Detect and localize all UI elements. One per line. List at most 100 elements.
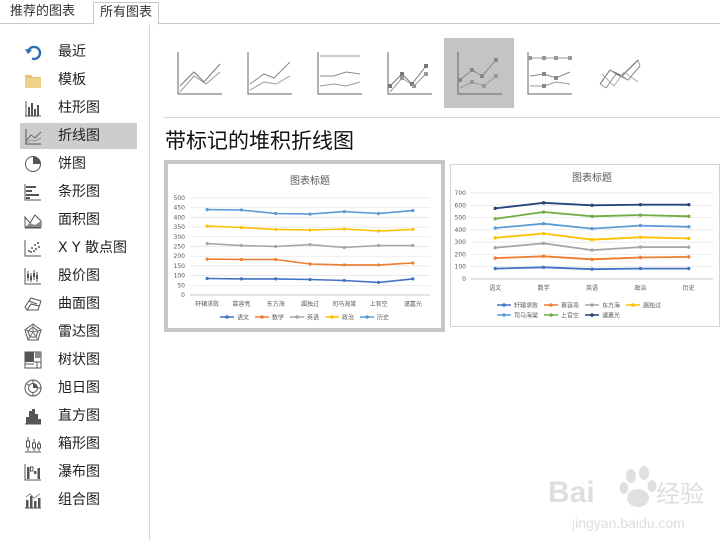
sidebar-item-histogram-chart[interactable]: 直方图 bbox=[20, 403, 137, 429]
data-point-marker bbox=[274, 227, 278, 232]
sidebar-item-label: 饼图 bbox=[58, 156, 86, 172]
y-tick-label: 200 bbox=[174, 253, 186, 260]
data-point-marker bbox=[541, 231, 546, 236]
legend-label: 慕容亮 bbox=[561, 302, 579, 310]
legend-marker bbox=[502, 303, 506, 307]
sidebar-item-label: 直方图 bbox=[58, 408, 100, 424]
waterfall-chart-icon bbox=[24, 464, 41, 481]
sidebar-item-scatter-chart[interactable]: X Y 散点图 bbox=[20, 235, 137, 261]
treemap-chart-icon bbox=[24, 351, 42, 369]
line-markers-subtype-icon bbox=[387, 52, 432, 95]
x-tick-label: 轩辕求败 bbox=[195, 300, 219, 308]
sidebar-item-label: 箱形图 bbox=[58, 436, 100, 452]
data-point-marker bbox=[687, 225, 691, 229]
sidebar-item-label: 树状图 bbox=[58, 352, 100, 368]
legend-label: 轩辕求败 bbox=[514, 302, 538, 310]
data-point-marker bbox=[342, 263, 346, 267]
data-point-marker bbox=[205, 208, 209, 212]
sidebar-item-label: 折线图 bbox=[58, 128, 100, 144]
data-point-marker bbox=[590, 248, 594, 252]
gallery-divider bbox=[164, 117, 720, 118]
subtype-3d-line[interactable] bbox=[584, 38, 654, 108]
data-point-marker bbox=[376, 280, 381, 284]
subtype-stacked-line-markers[interactable] bbox=[444, 38, 514, 108]
sidebar-item-folder[interactable]: 模板 bbox=[20, 67, 137, 93]
chart-category-sidebar: 最近模板柱形图折线图饼图条形图 面积图 X Y 散点图股价图曲面图 雷达图树状图旭日图… bbox=[0, 25, 150, 540]
sidebar-item-waterfall-chart[interactable]: 瀑布图 bbox=[20, 459, 137, 485]
sidebar-item-pie-chart[interactable]: 饼图 bbox=[20, 151, 137, 177]
data-point-marker bbox=[590, 214, 594, 219]
y-tick-label: 250 bbox=[174, 244, 186, 251]
data-point-marker bbox=[590, 257, 594, 262]
data-point-marker bbox=[590, 237, 594, 242]
sidebar-item-radar-chart[interactable]: 雷达图 bbox=[20, 319, 137, 345]
3d-line-subtype-icon bbox=[599, 59, 641, 89]
scatter-chart-icon bbox=[24, 240, 41, 257]
sidebar-item-stock-chart[interactable]: 股价图 bbox=[20, 263, 137, 289]
subtype-line[interactable] bbox=[164, 38, 234, 108]
data-point-marker bbox=[308, 242, 312, 247]
legend-marker bbox=[631, 303, 635, 307]
tab-bar: 推荐的图表 所有图表 bbox=[0, 0, 720, 25]
histogram-chart-icon bbox=[25, 409, 41, 425]
data-point-marker bbox=[541, 201, 546, 205]
data-point-marker bbox=[541, 265, 546, 270]
folder-icon bbox=[25, 75, 41, 88]
percent-stacked-line-subtype-icon bbox=[317, 52, 362, 95]
data-point-marker bbox=[205, 276, 209, 281]
line-chart-icon bbox=[25, 129, 42, 145]
data-point-marker bbox=[638, 266, 643, 271]
sidebar-item-bar-chart[interactable]: 条形图 bbox=[20, 179, 137, 205]
legend-label: 英语 bbox=[307, 314, 319, 322]
sidebar-item-recent-arrow[interactable]: 最近 bbox=[20, 39, 137, 65]
tab-recommended-charts[interactable]: 推荐的图表 bbox=[4, 2, 81, 24]
data-point-marker bbox=[638, 202, 643, 207]
column-chart-icon bbox=[25, 101, 41, 117]
data-point-marker bbox=[590, 267, 594, 271]
subtype-percent-stacked-line-markers[interactable] bbox=[514, 38, 584, 108]
percent-stacked-line-markers-subtype-icon bbox=[527, 52, 572, 95]
sidebar-item-combo-chart[interactable]: 组合图 bbox=[20, 487, 137, 513]
legend-label: 政治 bbox=[342, 314, 354, 322]
legend-marker bbox=[330, 315, 334, 319]
sidebar-item-area-chart[interactable]: 面积图 bbox=[20, 207, 137, 233]
legend-marker bbox=[549, 303, 553, 307]
subtype-stacked-line[interactable] bbox=[234, 38, 304, 108]
data-point-marker bbox=[493, 256, 497, 260]
sidebar-item-label: 瀑布图 bbox=[58, 464, 100, 480]
baidu-jingyan-watermark-logo: Bai 经验 jingyan.baidu.com bbox=[548, 466, 704, 531]
sidebar-item-column-chart[interactable]: 柱形图 bbox=[20, 95, 137, 121]
data-point-marker bbox=[274, 244, 278, 249]
sidebar-item-surface-chart[interactable]: 曲面图 bbox=[20, 291, 137, 317]
data-point-marker bbox=[411, 209, 415, 213]
chart-preview-by-series[interactable]: 图表标题 0 50 100 150 200 250 300 350 400 450 500 轩辕求败 慕容… bbox=[164, 160, 445, 332]
y-tick-label: 100 bbox=[455, 264, 467, 271]
sidebar-item-label: 模板 bbox=[58, 72, 86, 88]
chart-title: 图表标题 bbox=[290, 174, 330, 187]
legend-marker bbox=[295, 315, 299, 319]
subtype-percent-stacked-line[interactable] bbox=[304, 38, 374, 108]
legend-label: 谴嘉光 bbox=[602, 312, 620, 320]
data-point-marker bbox=[493, 217, 497, 221]
legend-marker bbox=[549, 313, 553, 317]
chart-title: 图表标题 bbox=[572, 171, 612, 184]
sidebar-item-label: 股价图 bbox=[58, 268, 100, 284]
legend-label: 司马海棠 bbox=[514, 312, 538, 320]
legend-marker bbox=[225, 315, 229, 319]
y-tick-label: 50 bbox=[177, 282, 185, 289]
chart-preview-by-category[interactable]: 图表标题 0 100 200 300 400 500 600 700 语文 数学 英语 政治 历史 轩辕求败… bbox=[450, 164, 720, 327]
x-tick-label: 历史 bbox=[683, 284, 695, 292]
sidebar-item-label: 组合图 bbox=[58, 492, 100, 508]
legend-marker bbox=[590, 313, 594, 317]
sidebar-item-treemap-chart[interactable]: 树状图 bbox=[20, 347, 137, 373]
subtype-line-markers[interactable] bbox=[374, 38, 444, 108]
sidebar-item-sunburst-chart[interactable]: 旭日图 bbox=[20, 375, 137, 401]
x-tick-label: 司马海棠 bbox=[332, 300, 356, 308]
y-tick-label: 150 bbox=[174, 263, 186, 270]
tab-all-charts[interactable]: 所有图表 bbox=[93, 2, 160, 25]
data-point-marker bbox=[541, 254, 546, 258]
sidebar-item-line-chart[interactable]: 折线图 bbox=[20, 123, 137, 149]
sidebar-item-box-whisker-chart[interactable]: 箱形图 bbox=[20, 431, 137, 457]
x-tick-label: 数学 bbox=[538, 284, 550, 292]
legend-marker bbox=[590, 303, 594, 307]
